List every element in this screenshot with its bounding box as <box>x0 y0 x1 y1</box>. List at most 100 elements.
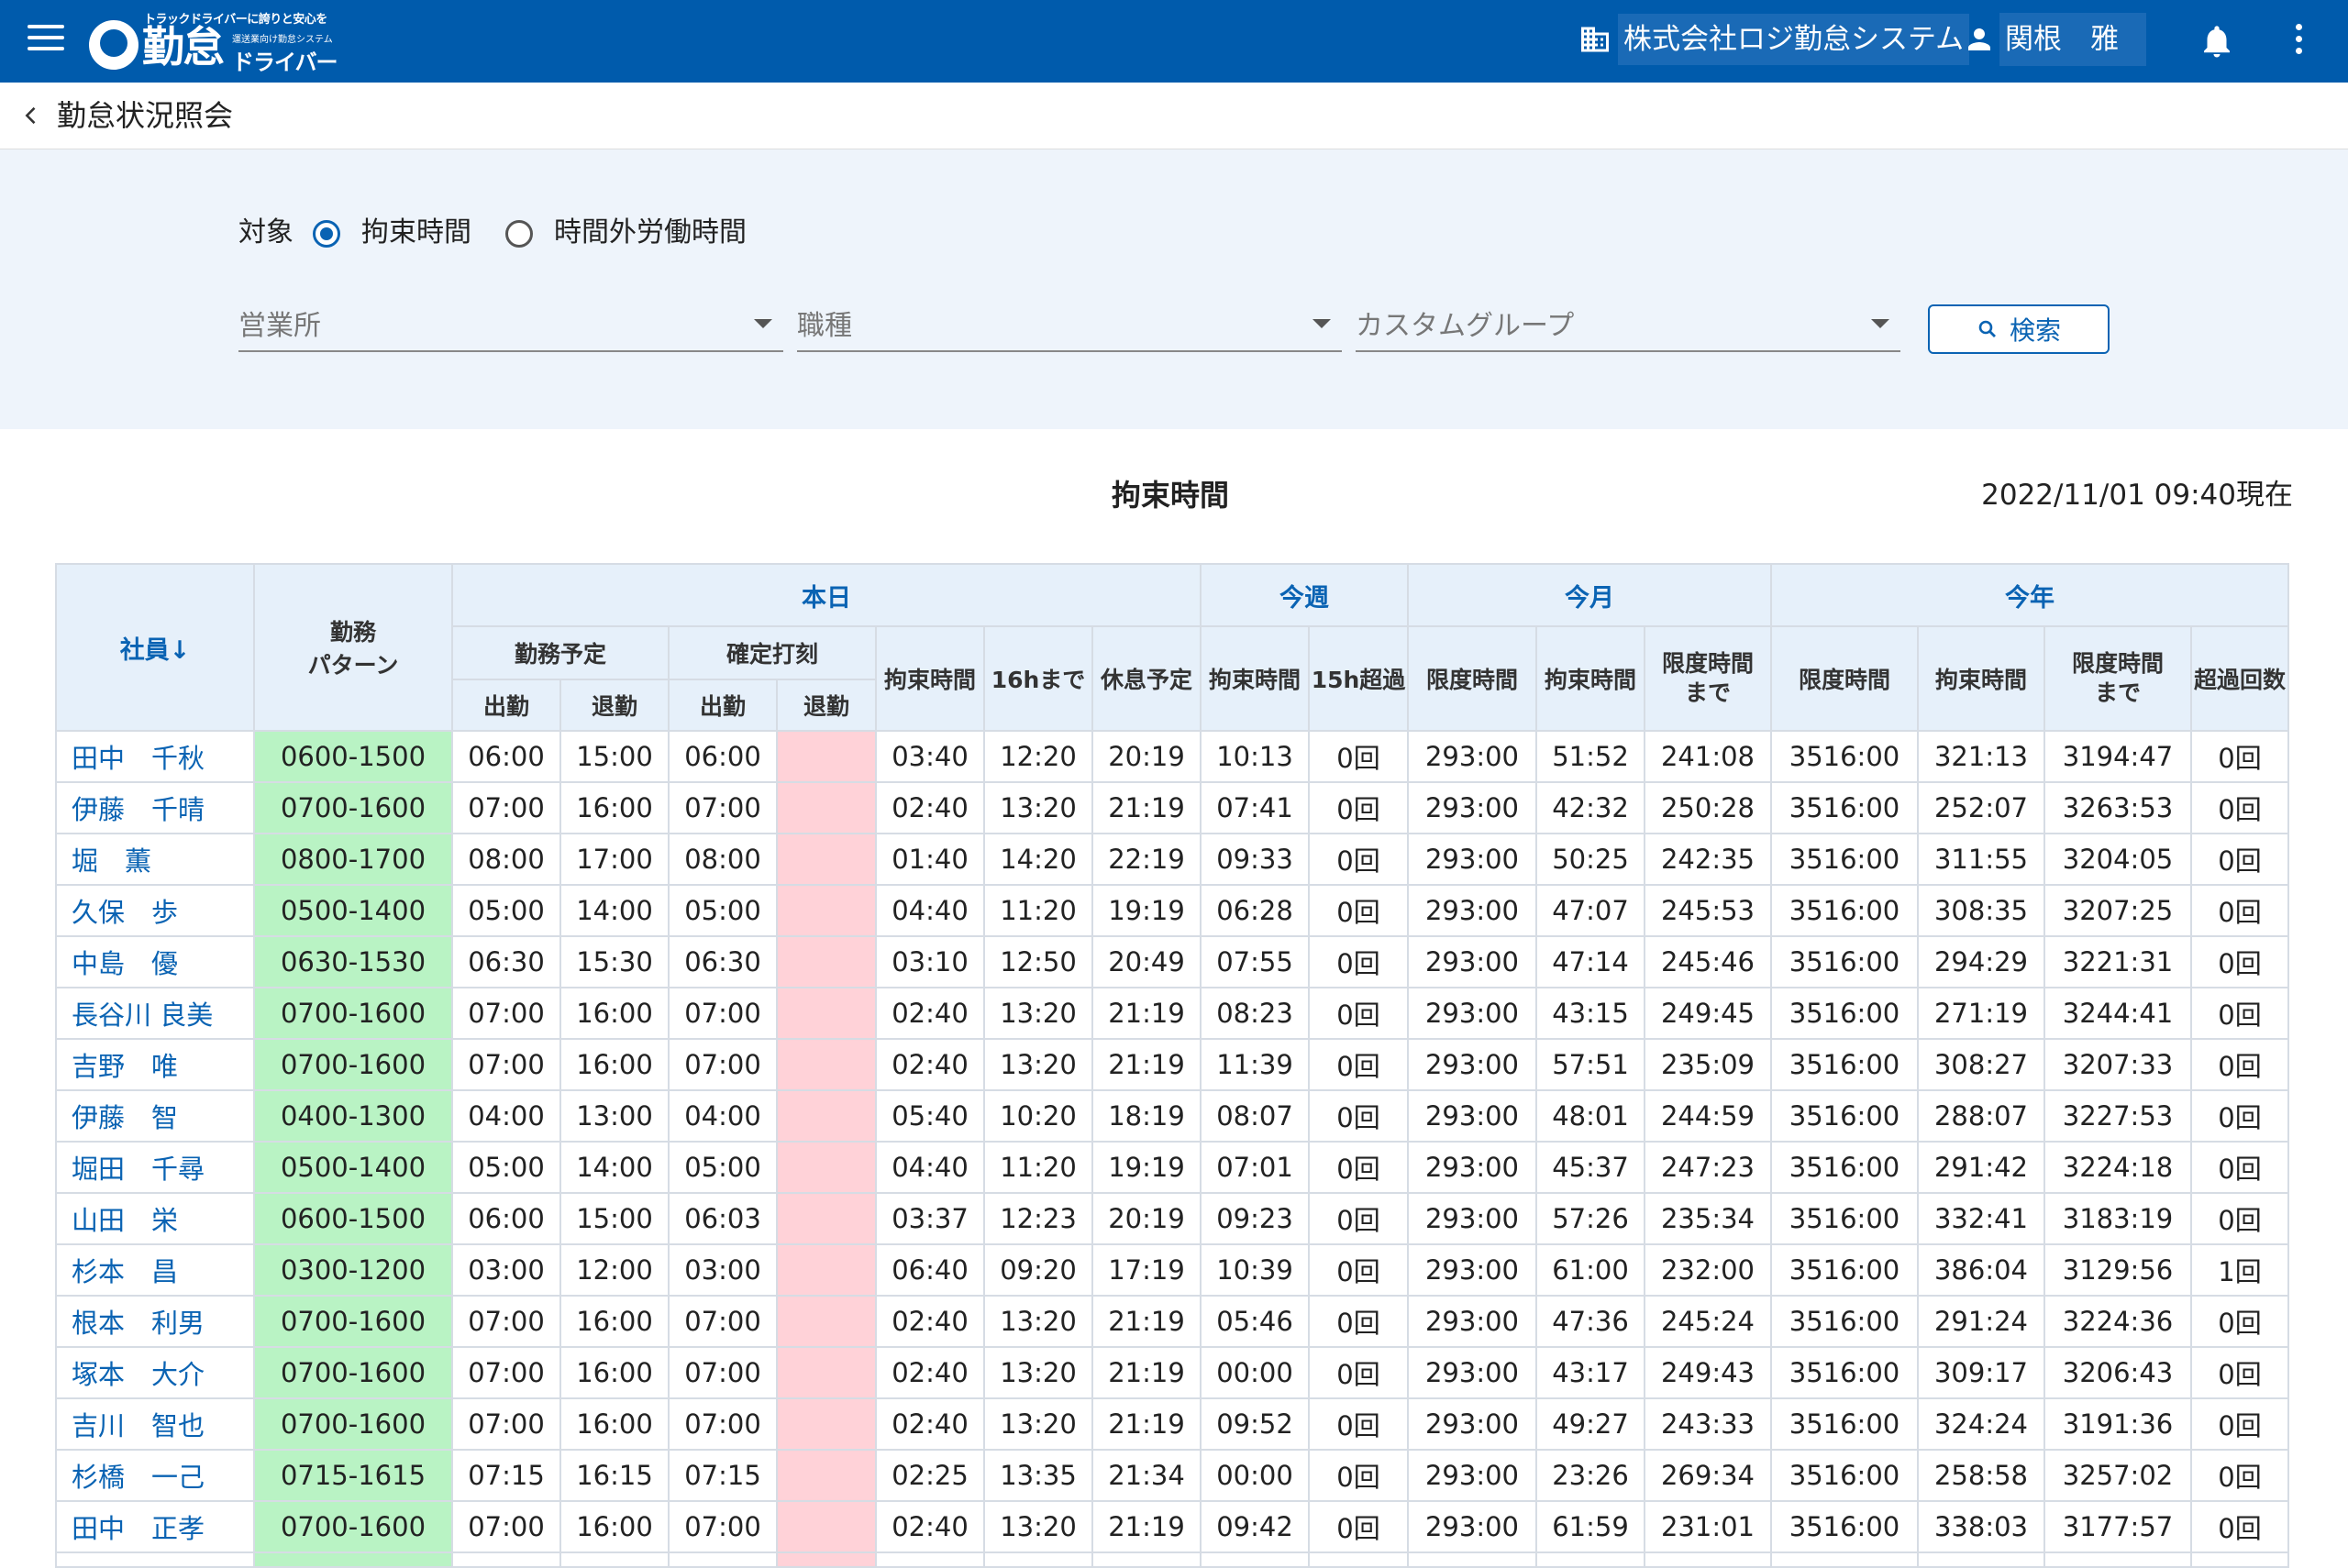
table-row[interactable]: 中島 優 0630-1530 06:30 15:30 06:30 03:10 12:50 20… <box>55 935 2289 988</box>
radio-bind-time-label[interactable]: 拘束時間 <box>361 213 471 253</box>
table-cell: 0回 <box>2190 1500 2289 1553</box>
table-cell: 08:23 <box>1200 987 1310 1040</box>
table-cell: 09:33 <box>1200 833 1310 886</box>
table-row[interactable]: 田中 正孝 0700-1600 07:00 16:00 07:00 02:40 13:20 2… <box>55 1500 2289 1553</box>
employee-name-link[interactable]: 根本 利男 <box>55 1295 255 1348</box>
employee-name-link[interactable]: 伊藤 千晴 <box>55 781 255 834</box>
table-cell: 07:55 <box>1200 935 1310 988</box>
employee-name-link[interactable]: 長谷川 良美 <box>55 987 255 1040</box>
table-cell: 293:00 <box>1407 884 1537 937</box>
office-select[interactable]: 営業所 <box>238 303 783 352</box>
employee-name-link[interactable]: 塚本 大介 <box>55 1346 255 1399</box>
table-cell: 0回 <box>1308 1500 1409 1553</box>
employee-name-link[interactable]: 伊藤 智 <box>55 1089 255 1143</box>
table-cell: 242:35 <box>1644 833 1772 886</box>
table-row[interactable]: 根本 利男 0700-1600 07:00 16:00 07:00 02:40 13:20 2… <box>55 1295 2289 1348</box>
table-row[interactable]: 杉本 昌 0300-1200 03:00 12:00 03:00 06:40 09:20 17… <box>55 1243 2289 1297</box>
table-cell: 3516:00 <box>1770 1397 1919 1451</box>
employee-name-link[interactable]: 杉本 昌 <box>55 1243 255 1297</box>
employee-name-link[interactable]: 田中 千秋 <box>55 730 255 783</box>
table-row[interactable]: 長谷川 良美 0700-1600 07:00 16:00 07:00 02:40 13:20… <box>55 987 2289 1040</box>
table-cell: 06:40 <box>875 1243 985 1297</box>
employee-name-link[interactable]: 堀 薫 <box>55 833 255 886</box>
bell-icon[interactable] <box>2198 22 2236 61</box>
table-cell: 321:13 <box>1917 730 2045 783</box>
table-cell: 3204:05 <box>2043 833 2192 886</box>
table-cell: 14:00 <box>559 884 670 937</box>
table-cell: 03:40 <box>875 730 985 783</box>
table-row[interactable]: 伊藤 千晴 0700-1600 07:00 16:00 07:00 02:40 13:20 2… <box>55 781 2289 834</box>
company-name: 株式会社ロジ勤怠システム <box>1618 14 1970 65</box>
app-bar: トラックドライバーに誇りと安心を 勤怠 運送業向け勤怠システム ドライバー 株式… <box>0 0 2348 83</box>
table-row[interactable]: 吉川 智也 0700-1600 07:00 16:00 07:00 02:40 13:20 2… <box>55 1397 2289 1451</box>
table-cell: 18:19 <box>1091 1089 1202 1143</box>
radio-bind-time[interactable] <box>313 220 340 248</box>
user-menu[interactable]: 関根 雅 <box>1963 13 2146 66</box>
table-row[interactable]: 堀田 千尋 0500-1400 05:00 14:00 05:00 04:40 11:20 1… <box>55 1141 2289 1194</box>
table-cell: 293:00 <box>1407 1500 1537 1553</box>
work-pattern-cell: 0600-1500 <box>253 730 453 783</box>
table-row[interactable]: 吉野 唯 0700-1600 07:00 16:00 07:00 02:40 13:20 21… <box>55 1038 2289 1091</box>
employee-name-link[interactable]: 久保 歩 <box>55 884 255 937</box>
table-cell: 07:00 <box>451 781 561 834</box>
missing-clock-out-cell <box>776 1038 877 1091</box>
table-cell: 3129:56 <box>2043 1243 2192 1297</box>
employee-name-link[interactable]: 山田 栄 <box>55 1192 255 1245</box>
table-cell: 13:20 <box>983 1397 1093 1451</box>
table-cell: 08:00 <box>451 833 561 886</box>
table-row[interactable]: 久保 歩 0500-1400 05:00 14:00 05:00 04:40 11:20 19… <box>55 884 2289 937</box>
menu-icon[interactable] <box>28 25 64 58</box>
office-select-placeholder: 営業所 <box>238 310 321 342</box>
jobtype-select[interactable]: 職種 <box>797 303 1342 352</box>
missing-clock-out-cell <box>776 730 877 783</box>
table-cell: 49:27 <box>1535 1397 1645 1451</box>
table-cell: 13:20 <box>983 1346 1093 1399</box>
table-cell: 07:00 <box>668 1500 778 1553</box>
employee-name-link[interactable]: 吉川 智也 <box>55 1397 255 1451</box>
col-schedule: 勤務予定 <box>451 625 670 680</box>
table-cell: 386:04 <box>1917 1243 2045 1297</box>
table-cell: 0回 <box>1308 1141 1409 1194</box>
table-row[interactable]: 堀 薫 0800-1700 08:00 17:00 08:00 01:40 14:20 22:… <box>55 833 2289 886</box>
radio-overtime-label[interactable]: 時間外労働時間 <box>554 213 747 253</box>
employee-name-link[interactable]: 杉橋 一己 <box>55 1449 255 1502</box>
table-cell: 45:37 <box>1535 1141 1645 1194</box>
employee-name-link[interactable]: 吉野 唯 <box>55 1038 255 1091</box>
table-cell: 03:37 <box>875 1192 985 1245</box>
app-logo[interactable]: トラックドライバーに誇りと安心を 勤怠 運送業向け勤怠システム ドライバー <box>87 0 338 83</box>
table-cell: 09:52 <box>1200 1397 1310 1451</box>
jobtype-select-placeholder: 職種 <box>797 310 852 342</box>
custom-group-select[interactable]: カスタムグループ <box>1356 303 1900 352</box>
employee-name-link[interactable]: 堀田 千尋 <box>55 1141 255 1194</box>
work-pattern-cell: 0700-1600 <box>253 1397 453 1451</box>
table-cell: 00:00 <box>1200 1346 1310 1399</box>
more-vert-icon[interactable] <box>2289 24 2308 61</box>
table-row[interactable]: 伊藤 智 0400-1300 04:00 13:00 04:00 05:40 10:20 18… <box>55 1089 2289 1143</box>
chevron-left-icon[interactable] <box>18 103 44 128</box>
table-cell: 0回 <box>2190 1141 2289 1194</box>
col-today-bind: 拘束時間 <box>875 625 985 732</box>
work-pattern-cell: 0700-1600 <box>253 781 453 834</box>
table-row[interactable]: 田中 千秋 0600-1500 06:00 15:00 06:00 03:40 12:20 2… <box>55 730 2289 783</box>
employee-name-link[interactable]: 中島 優 <box>55 935 255 988</box>
table-cell: 07:00 <box>668 781 778 834</box>
missing-clock-out-cell <box>776 1089 877 1143</box>
col-exceed-count: 超過回数 <box>2190 625 2289 732</box>
table-cell: 04:00 <box>451 1089 561 1143</box>
employee-name-link[interactable]: 田中 正孝 <box>55 1500 255 1553</box>
table-row[interactable]: 塚本 大介 0700-1600 07:00 16:00 07:00 02:40 13:20 2… <box>55 1346 2289 1399</box>
table-cell: 08:00 <box>668 833 778 886</box>
col-employee[interactable]: 社員↓ <box>55 563 255 732</box>
table-cell: 07:00 <box>451 987 561 1040</box>
company-switcher[interactable]: 株式会社ロジ勤怠システム <box>1578 13 1970 66</box>
table-cell: 09:42 <box>1200 1500 1310 1553</box>
table-row[interactable]: 山田 栄 0600-1500 06:00 15:00 06:03 03:37 12:23 20… <box>55 1192 2289 1245</box>
search-button[interactable]: 検索 <box>1928 304 2110 354</box>
table-cell: 15:30 <box>559 935 670 988</box>
table-cell: 0回 <box>1308 1397 1409 1451</box>
table-cell: 02:25 <box>875 1449 985 1502</box>
table-row[interactable]: 杉橋 一己 0715-1615 07:15 16:15 07:15 02:25 13:35 2… <box>55 1449 2289 1502</box>
table-cell: 291:42 <box>1917 1141 2045 1194</box>
table-cell: 13:20 <box>983 1038 1093 1091</box>
radio-overtime[interactable] <box>505 220 533 248</box>
